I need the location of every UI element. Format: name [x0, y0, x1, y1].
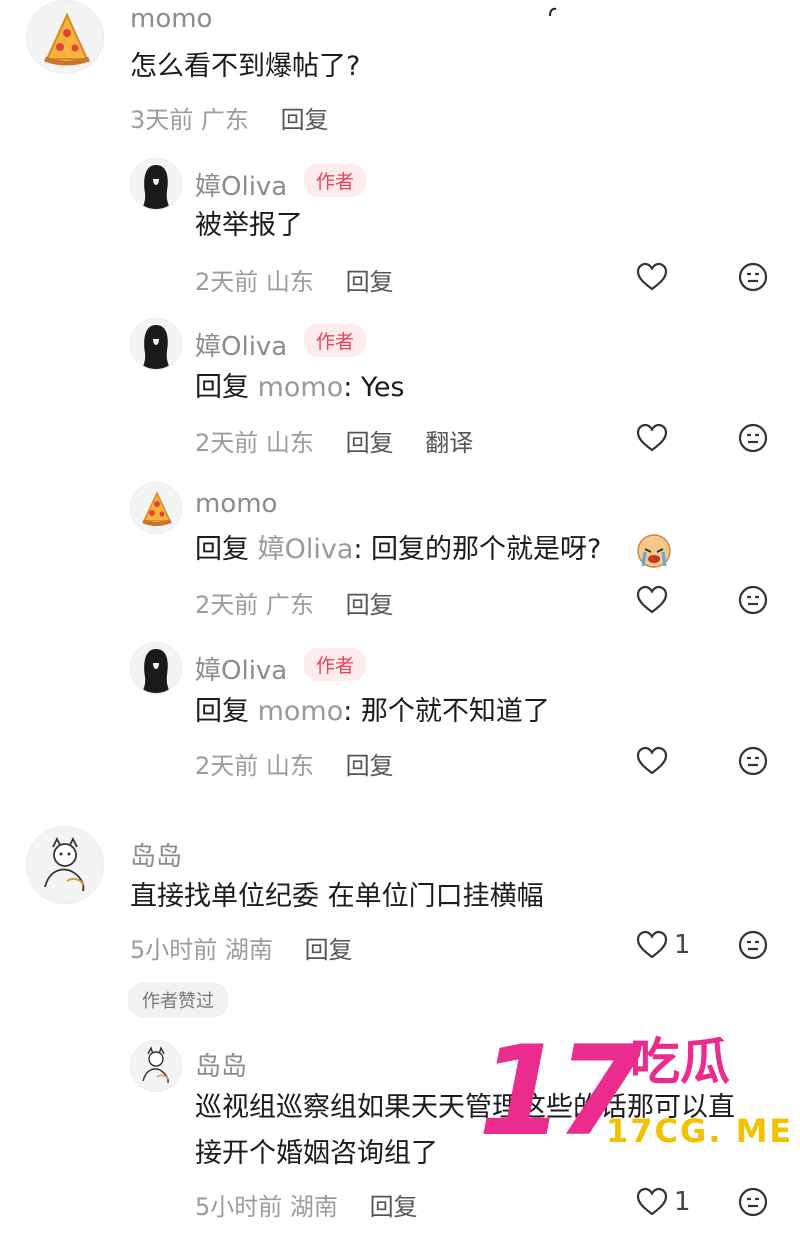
- author-badge: 作者: [304, 164, 367, 197]
- username[interactable]: 嫜Oliva: [195, 326, 287, 363]
- like-button[interactable]: 1: [636, 1187, 691, 1217]
- timestamp: 2天前: [195, 591, 259, 619]
- dislike-face-icon[interactable]: [738, 746, 768, 780]
- dislike-face-icon[interactable]: [738, 1187, 768, 1221]
- username[interactable]: 岛岛: [195, 1046, 247, 1083]
- like-button[interactable]: 1: [636, 930, 691, 960]
- cat-sketch-icon: [142, 1046, 169, 1084]
- heart-icon: [636, 1187, 668, 1216]
- location: 湖南: [224, 936, 273, 964]
- comment-meta: 2天前 山东 回复: [195, 262, 394, 297]
- location: 山东: [265, 752, 314, 780]
- timestamp: 5小时前: [130, 936, 218, 964]
- reply-button[interactable]: 回复: [281, 106, 329, 134]
- avatar[interactable]: [130, 158, 182, 210]
- location: 山东: [265, 429, 314, 457]
- username[interactable]: momo: [195, 489, 277, 519]
- reply-prefix: 回复: [195, 696, 258, 727]
- comment-meta: 3天前 广东 回复: [130, 100, 329, 135]
- username[interactable]: 岛岛: [130, 836, 182, 873]
- like-button[interactable]: [636, 585, 668, 615]
- reply-button[interactable]: 回复: [346, 752, 394, 780]
- like-count: 1: [674, 930, 691, 960]
- mention[interactable]: momo: [258, 372, 344, 403]
- crying-emoji-icon: [634, 530, 674, 574]
- pizza-icon: [44, 12, 90, 66]
- reply-body: : 回复的那个就是呀?: [353, 534, 602, 565]
- stray-mark-icon: [549, 7, 557, 17]
- portrait-icon: [141, 649, 171, 693]
- comment-text: 直接找单位纪委 在单位门口挂横幅: [130, 881, 544, 912]
- location: 广东: [265, 591, 314, 619]
- reply-button[interactable]: 回复: [346, 268, 394, 296]
- avatar[interactable]: [130, 482, 182, 534]
- dislike-face-icon[interactable]: [738, 930, 768, 964]
- avatar[interactable]: [130, 318, 182, 370]
- comment-text-continued: 接开个婚姻咨询组了: [195, 1138, 438, 1169]
- comment-meta: 5小时前 湖南 回复: [130, 930, 353, 965]
- comment-text: 回复 momo: 那个就不知道了: [195, 690, 550, 734]
- timestamp: 2天前: [195, 752, 259, 780]
- portrait-icon: [141, 165, 171, 209]
- portrait-icon: [141, 325, 171, 369]
- location: 山东: [265, 268, 314, 296]
- reply-body: : 那个就不知道了: [343, 696, 550, 727]
- timestamp: 3天前: [130, 106, 194, 134]
- comment-text: 被举报了: [195, 210, 303, 241]
- watermark: 17 吃瓜 17CG. ME: [478, 1030, 798, 1154]
- dislike-face-icon[interactable]: [738, 262, 768, 296]
- heart-icon: [636, 585, 668, 614]
- author-badge: 作者: [304, 648, 367, 681]
- reply-prefix: 回复: [195, 372, 258, 403]
- reply-button[interactable]: 回复: [346, 429, 394, 457]
- like-button[interactable]: [636, 746, 668, 776]
- avatar[interactable]: [26, 826, 104, 904]
- like-count: 1: [674, 1187, 691, 1217]
- avatar[interactable]: [130, 1040, 182, 1092]
- timestamp: 2天前: [195, 268, 259, 296]
- like-button[interactable]: [636, 262, 668, 292]
- location: 广东: [200, 106, 249, 134]
- translate-button[interactable]: 翻译: [425, 429, 473, 457]
- heart-icon: [636, 746, 668, 775]
- reply-button[interactable]: 回复: [305, 936, 353, 964]
- dislike-face-icon[interactable]: [738, 585, 768, 619]
- timestamp: 5小时前: [195, 1193, 283, 1221]
- reply-button[interactable]: 回复: [346, 591, 394, 619]
- comment-meta: 5小时前 湖南 回复: [195, 1187, 418, 1222]
- comment-meta: 2天前 广东 回复: [195, 585, 394, 620]
- reply-button[interactable]: 回复: [370, 1193, 418, 1221]
- mention[interactable]: momo: [258, 696, 344, 727]
- username[interactable]: momo: [130, 4, 212, 34]
- comment-meta: 2天前 山东 回复 翻译: [195, 423, 473, 458]
- author-liked-tag: 作者赞过: [128, 982, 228, 1018]
- cat-sketch-icon: [44, 836, 85, 892]
- heart-icon: [636, 930, 668, 959]
- author-badge: 作者: [304, 324, 367, 357]
- watermark-url: 17CG. ME: [606, 1112, 794, 1150]
- heart-icon: [636, 262, 668, 291]
- comment-meta: 2天前 山东 回复: [195, 746, 394, 781]
- location: 湖南: [289, 1193, 338, 1221]
- reply-prefix: 回复: [195, 534, 258, 565]
- username[interactable]: 嫜Oliva: [195, 650, 287, 687]
- timestamp: 2天前: [195, 429, 259, 457]
- watermark-chinese: 吃瓜: [630, 1033, 730, 1091]
- like-button[interactable]: [636, 423, 668, 453]
- heart-icon: [636, 423, 668, 452]
- avatar[interactable]: [130, 642, 182, 694]
- dislike-face-icon[interactable]: [738, 423, 768, 457]
- avatar[interactable]: [26, 0, 104, 74]
- username[interactable]: 嫜Oliva: [195, 166, 287, 203]
- comment-text: 回复 嫜Oliva: 回复的那个就是呀?: [195, 528, 601, 572]
- comment-text: 怎么看不到爆帖了?: [130, 51, 361, 82]
- comment-text: 回复 momo: Yes: [195, 366, 405, 410]
- pizza-icon: [142, 491, 172, 526]
- mention[interactable]: 嫜Oliva: [258, 534, 354, 565]
- reply-body: : Yes: [343, 372, 405, 403]
